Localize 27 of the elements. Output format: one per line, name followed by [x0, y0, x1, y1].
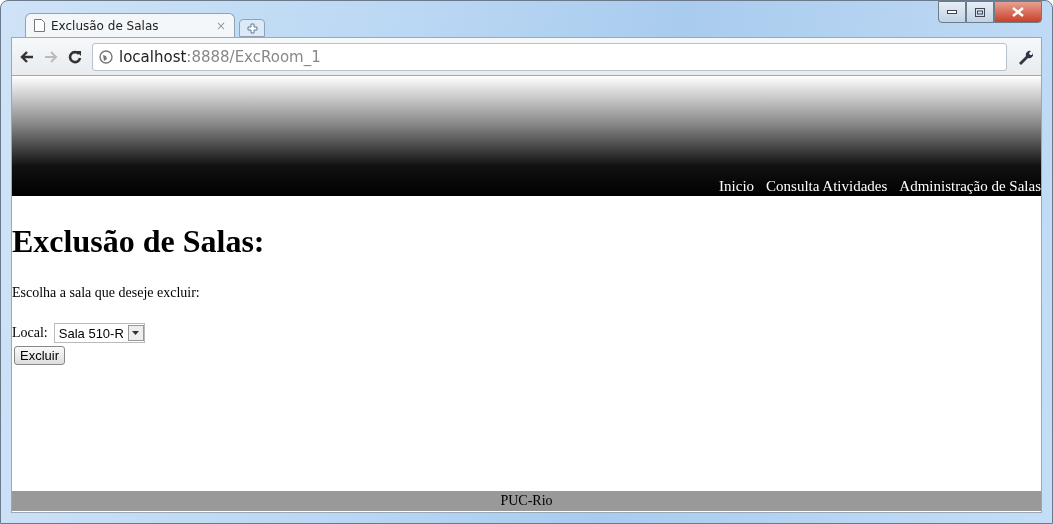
nav-link[interactable]: Administração de Salas — [899, 178, 1041, 195]
page-heading: Exclusão de Salas: — [12, 223, 266, 260]
close-button[interactable] — [994, 1, 1042, 23]
delete-button[interactable]: Excluir — [14, 346, 65, 365]
instruction-text: Escolha a sala que deseje excluir: — [12, 285, 201, 301]
minimize-icon — [947, 10, 957, 14]
back-icon[interactable] — [20, 50, 34, 63]
maximize-button[interactable] — [966, 1, 994, 23]
globe-icon — [99, 49, 113, 64]
nav-link[interactable]: Inicio — [719, 178, 755, 195]
footer-text: PUC-Rio — [500, 493, 553, 509]
reload-icon[interactable] — [68, 49, 82, 64]
new-tab-button[interactable] — [239, 19, 265, 37]
tab-title: Exclusão de Salas — [51, 18, 159, 33]
maximize-icon — [975, 7, 985, 17]
plus-icon — [246, 22, 258, 34]
url-text: localhost:8888/ExcRoom_1 — [119, 47, 321, 66]
browser-tab[interactable]: Exclusão de Salas × — [25, 13, 235, 37]
room-select[interactable]: Sala 510-R — [53, 323, 145, 343]
nav-link[interactable]: Consulta Atividades — [766, 178, 888, 195]
caret-icon — [132, 331, 140, 335]
page-icon — [34, 19, 45, 32]
close-icon — [1012, 7, 1024, 17]
address-bar[interactable]: localhost:8888/ExcRoom_1 — [92, 42, 1007, 71]
wrench-icon[interactable] — [1017, 48, 1033, 65]
field-label: Local: — [12, 325, 48, 341]
minimize-button[interactable] — [938, 1, 966, 23]
